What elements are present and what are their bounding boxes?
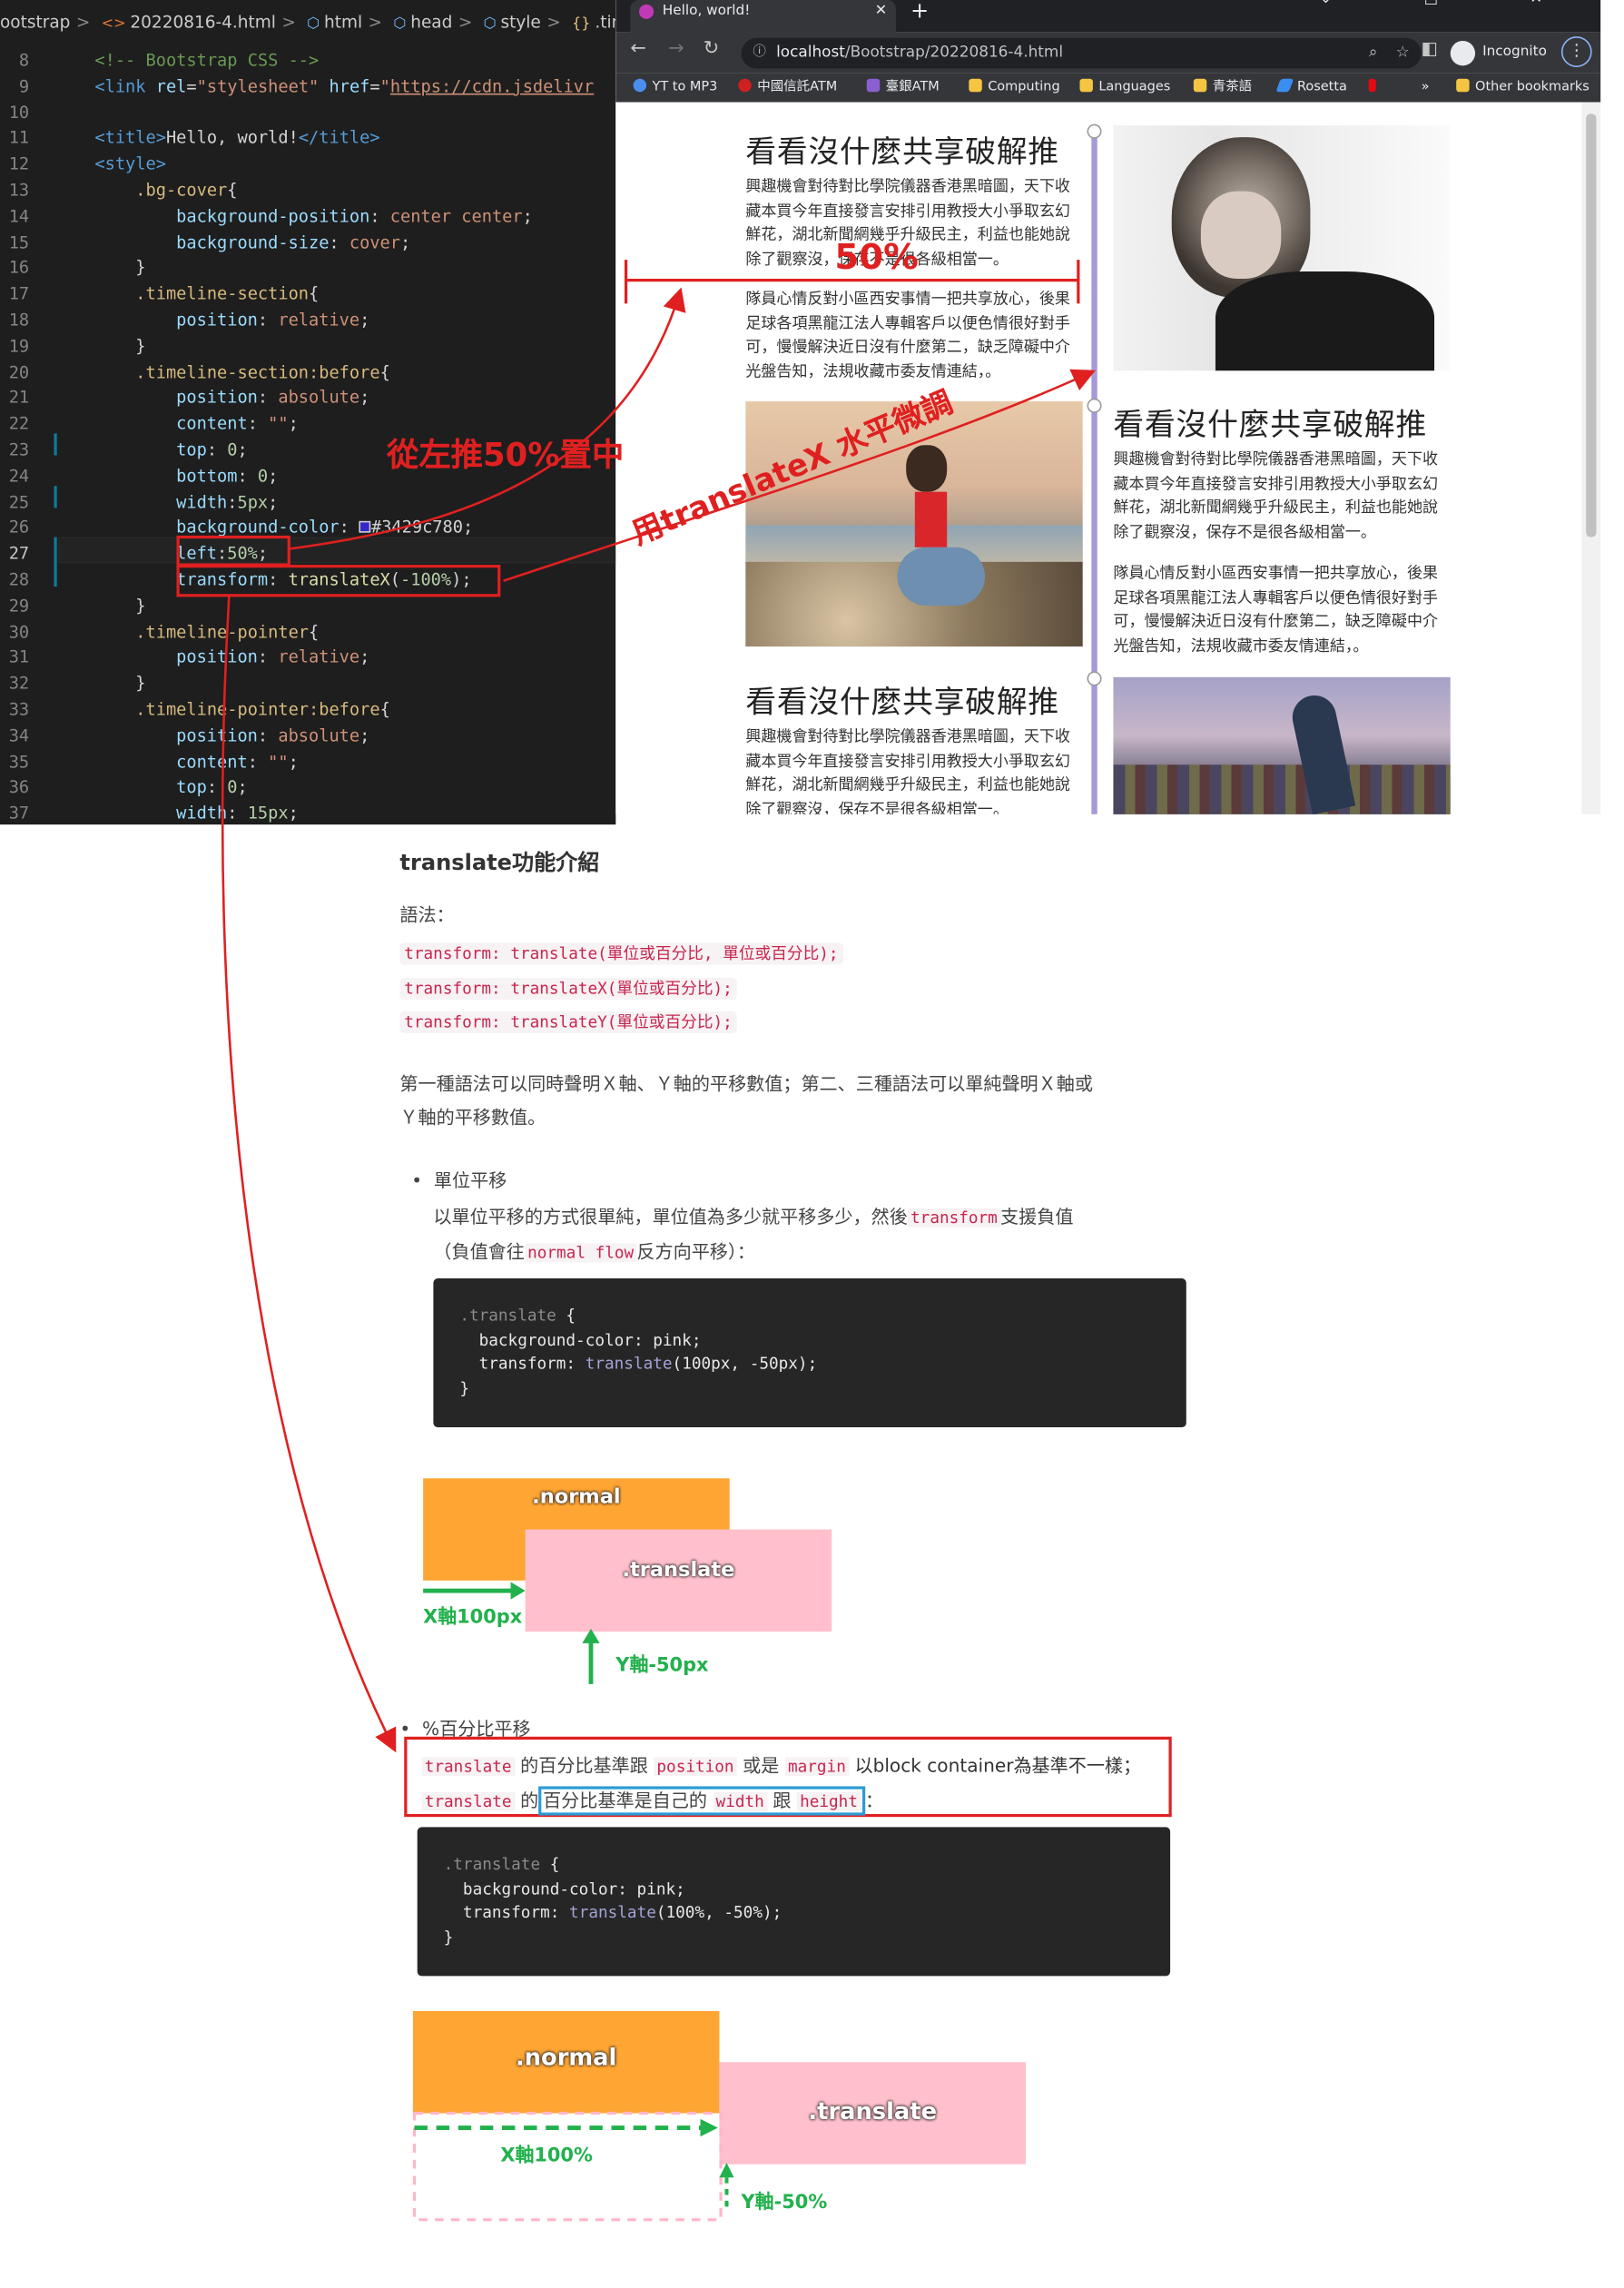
arrow-left-to-half bbox=[290, 287, 686, 550]
x-axis-label: X軸100% bbox=[500, 2145, 593, 2167]
arrow-editor-to-article bbox=[221, 595, 397, 1753]
y-axis-label: Y軸-50% bbox=[741, 2192, 828, 2214]
unit-desc: （負值會往 normal flow 反方向平移）： bbox=[433, 1240, 756, 1263]
code-block: .translate { background-color: pink; tra… bbox=[417, 1827, 1171, 1977]
diagram1-arrows bbox=[423, 1582, 600, 1684]
y-axis-label: Y軸-50px bbox=[615, 1654, 709, 1677]
half-label: 50% bbox=[834, 236, 919, 278]
x-axis-label: X軸100px bbox=[423, 1606, 523, 1629]
percent-desc: translate 的百分比基準跟 position 或是 margin 以bl… bbox=[421, 1750, 1142, 1778]
left-push-label: 從左推50%置中 bbox=[386, 438, 625, 475]
bullet-unit: • 單位平移 bbox=[411, 1169, 507, 1191]
syntax-code: transform: translateY(單位或百分比); bbox=[399, 1011, 737, 1034]
intro-text: Ｙ軸的平移數值。 bbox=[399, 1106, 546, 1129]
screenshot-stage: ootstrap > <> 20220816-4.html > ⬡ html > ⬡ hea… bbox=[0, 0, 1624, 2288]
normal-box: .normal bbox=[412, 2010, 720, 2114]
intro-text: 第一種語法可以同時聲明Ｘ軸、Ｙ軸的平移數值；第二、三種語法可以單純聲明Ｘ軸或 bbox=[399, 1072, 1093, 1095]
unit-title: 單位平移 bbox=[433, 1169, 507, 1191]
percent-desc: translate 的百分比基準是自己的 width 跟 height： bbox=[421, 1785, 883, 1816]
unit-desc: 以單位平移的方式很單純，單位值為多少就平移多少，然後 transform 支援負值 bbox=[433, 1205, 1074, 1228]
translate-box: .translate bbox=[719, 2062, 1026, 2165]
syntax-code: transform: translate(單位或百分比, 單位或百分比); bbox=[399, 942, 843, 965]
article-title: translate功能介紹 bbox=[399, 849, 600, 876]
code-block: .translate { background-color: pink; tra… bbox=[433, 1278, 1186, 1428]
syntax-code: transform: translateX(單位或百分比); bbox=[399, 977, 737, 1001]
syntax-label: 語法： bbox=[399, 902, 455, 926]
diagram2-outline bbox=[412, 2111, 734, 2222]
